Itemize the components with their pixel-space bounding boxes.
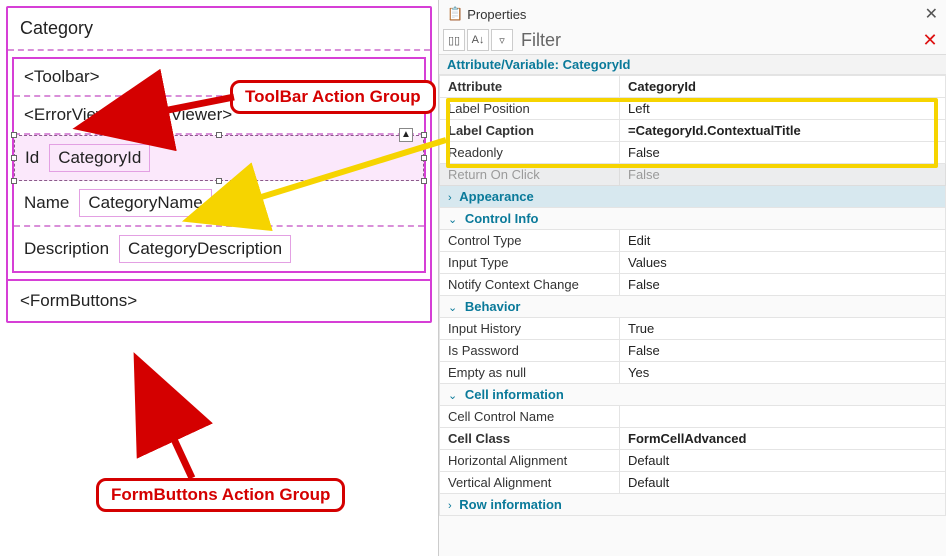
property-key: Control Type [440,230,620,252]
property-row[interactable]: Input TypeValues [440,252,946,274]
property-key: Cell Class [440,428,620,450]
panel-icon: 📋 [447,6,463,22]
properties-panel: 📋 Properties ✕ ▯▯ A↓ ▿ Filter ✕ Attribut… [438,0,946,556]
property-key: Is Password [440,340,620,362]
filter-label: Filter [515,30,567,51]
property-value[interactable]: Yes [620,362,946,384]
property-key: Label Position [440,98,620,120]
property-row[interactable]: Return On ClickFalse [440,164,946,186]
properties-toolbar: ▯▯ A↓ ▿ Filter ✕ [439,26,946,55]
categorize-button[interactable]: ▯▯ [443,29,465,51]
property-value[interactable]: FormCellAdvanced [620,428,946,450]
property-key: Return On Click [440,164,620,186]
property-group[interactable]: ⌄ Cell information [440,384,946,406]
property-row[interactable]: AttributeCategoryId [440,76,946,98]
property-value[interactable]: True [620,318,946,340]
property-value[interactable]: False [620,340,946,362]
property-group[interactable]: ⌄ Behavior [440,296,946,318]
field-label: Description [24,239,109,259]
property-group[interactable]: › Appearance [440,186,946,208]
field-row-name[interactable]: Name CategoryName [14,181,424,227]
property-row[interactable]: Input HistoryTrue [440,318,946,340]
form-buttons-placeholder[interactable]: <FormButtons> [8,279,430,321]
field-row-description[interactable]: Description CategoryDescription [14,227,424,271]
field-value[interactable]: CategoryDescription [119,235,291,263]
property-value[interactable]: Edit [620,230,946,252]
property-key: Vertical Alignment [440,472,620,494]
property-row[interactable]: ReadonlyFalse [440,142,946,164]
form-frame: Category <Toolbar> <ErrorViewer: ErrorVi… [6,6,432,323]
property-key: Cell Control Name [440,406,620,428]
reorder-up-icon[interactable]: ▲ [399,128,413,142]
filter-clear-button[interactable]: ✕ [918,28,942,52]
close-icon[interactable]: ✕ [925,4,938,24]
field-label: Name [24,193,69,213]
property-row[interactable]: Cell Control Name [440,406,946,428]
property-row[interactable]: Cell ClassFormCellAdvanced [440,428,946,450]
property-value[interactable]: False [620,142,946,164]
property-value[interactable]: Values [620,252,946,274]
property-row[interactable]: Is PasswordFalse [440,340,946,362]
property-row[interactable]: Empty as nullYes [440,362,946,384]
properties-heading: Attribute/Variable: CategoryId [439,55,946,75]
property-key: Readonly [440,142,620,164]
field-row-id[interactable]: ▲ Id CategoryId [14,135,424,181]
property-key: Attribute [440,76,620,98]
filter-input[interactable] [569,28,916,52]
panel-title: Properties [467,7,526,22]
filter-funnel-button[interactable]: ▿ [491,29,513,51]
field-value[interactable]: CategoryId [49,144,150,172]
field-label: Id [25,148,39,168]
property-value[interactable]: Default [620,450,946,472]
property-value[interactable] [620,406,946,428]
field-value[interactable]: CategoryName [79,189,211,217]
property-row[interactable]: Control TypeEdit [440,230,946,252]
properties-grid: AttributeCategoryIdLabel PositionLeftLab… [439,75,946,516]
property-key: Label Caption [440,120,620,142]
property-value[interactable]: =CategoryId.ContextualTitle [620,120,946,142]
property-value[interactable]: False [620,274,946,296]
property-value[interactable]: False [620,164,946,186]
callout-formbuttons: FormButtons Action Group [96,478,345,512]
property-row[interactable]: Label PositionLeft [440,98,946,120]
property-group[interactable]: › Row information [440,494,946,516]
property-value[interactable]: Left [620,98,946,120]
property-key: Notify Context Change [440,274,620,296]
property-row[interactable]: Label Caption=CategoryId.ContextualTitle [440,120,946,142]
property-key: Empty as null [440,362,620,384]
alpha-sort-button[interactable]: A↓ [467,29,489,51]
callout-toolbar: ToolBar Action Group [230,80,436,114]
property-key: Horizontal Alignment [440,450,620,472]
property-value[interactable]: CategoryId [620,76,946,98]
property-group[interactable]: ⌄ Control Info [440,208,946,230]
form-title: Category [8,8,430,51]
property-key: Input History [440,318,620,340]
property-row[interactable]: Vertical AlignmentDefault [440,472,946,494]
property-row[interactable]: Horizontal AlignmentDefault [440,450,946,472]
property-key: Input Type [440,252,620,274]
property-value[interactable]: Default [620,472,946,494]
property-row[interactable]: Notify Context ChangeFalse [440,274,946,296]
